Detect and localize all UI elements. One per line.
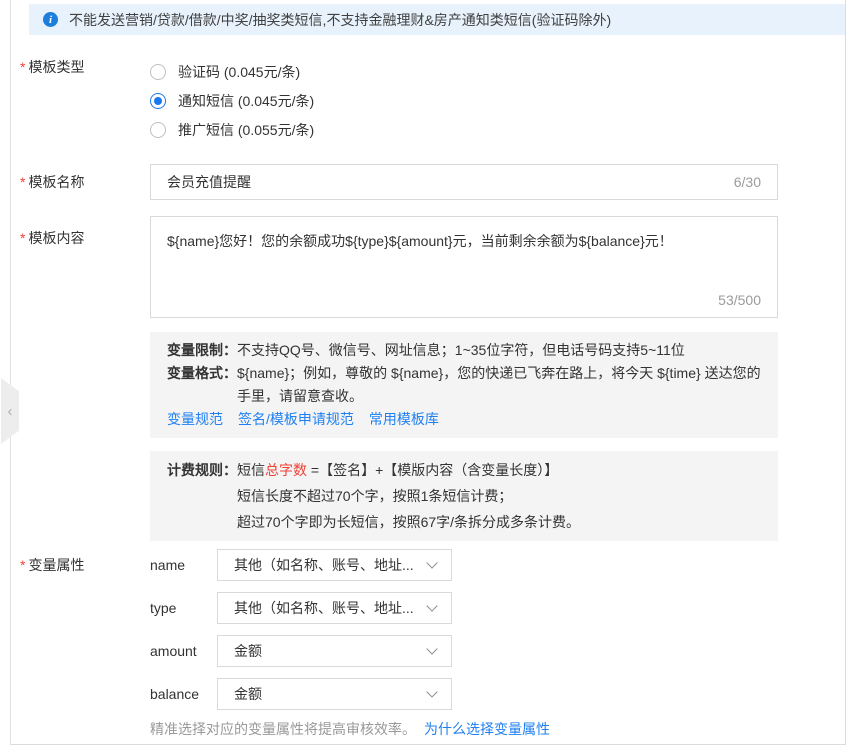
variable-balance-select[interactable]: 金额 [217,678,452,710]
template-type-radio-group: 验证码 (0.045元/条) 通知短信 (0.045元/条) 推广短信 (0.0… [150,57,314,144]
variable-limit-label: 变量限制： [167,339,237,362]
notice-banner-text: 不能发送营销/贷款/借款/中奖/抽奖类短信,不支持金融理财&房产通知类短信(验证… [69,10,611,30]
variable-name-select[interactable]: 其他（如名称、账号、地址... [217,549,452,581]
radio-option-notification[interactable]: 通知短信 (0.045元/条) [150,86,314,115]
variable-format-label: 变量格式： [167,362,237,408]
variable-tips-box: 变量限制： 不支持QQ号、微信号、网址信息；1~35位字符，但电话号码支持5~1… [150,332,778,438]
variable-format-line: 变量格式： ${name}；例如，尊敬的 ${name}，您的快递已飞奔在路上，… [167,362,761,408]
radio-option-label: 通知短信 (0.045元/条) [178,91,314,111]
template-type-label: 模板类型 [28,59,84,75]
template-content-counter: 53/500 [718,289,761,311]
billing-rules-label: 计费规则： [167,457,237,535]
variable-row-amount: amount 金额 [150,635,550,667]
info-icon: i [43,12,58,27]
template-content-textarea[interactable]: ${name}您好！您的余额成功${type}${amount}元，当前剩余余额… [150,216,778,318]
required-asterisk: * [20,174,25,190]
select-value: 其他（如名称、账号、地址... [234,598,414,618]
template-name-label: 模板名称 [28,174,84,190]
template-form: *模板类型 验证码 (0.045元/条) 通知短信 (0.045元/条) 推广短… [11,57,845,739]
variable-format-text: ${name}；例如，尊敬的 ${name}，您的快递已飞奔在路上，将今天 ${… [237,362,761,408]
variable-hint-text: 精准选择对应的变量属性将提高审核效率。 [150,719,416,739]
billing-rules-line: 计费规则： 短信总字数 =【签名】+【模版内容（含变量长度）】 短信长度不超过7… [167,457,761,535]
template-name-counter: 6/30 [734,174,761,190]
notice-banner: i 不能发送营销/贷款/借款/中奖/抽奖类短信,不支持金融理财&房产通知类短信(… [29,4,845,35]
variable-type-select[interactable]: 其他（如名称、账号、地址... [217,592,452,624]
radio-selected-icon [150,93,166,109]
chevron-down-icon [426,643,437,654]
required-asterisk: * [20,59,25,75]
required-asterisk: * [20,557,25,573]
template-content-label: 模板内容 [28,230,84,246]
radio-unselected-icon [150,122,166,138]
template-name-value: 会员充值提醒 [167,172,251,192]
select-value: 其他（如名称、账号、地址... [234,555,414,575]
field-template-name: *模板名称 会员充值提醒 6/30 [11,164,845,200]
radio-option-label: 推广短信 (0.055元/条) [178,120,314,140]
field-template-type: *模板类型 验证码 (0.045元/条) 通知短信 (0.045元/条) 推广短… [11,57,845,144]
select-value: 金额 [234,641,262,661]
radio-unselected-icon [150,64,166,80]
field-template-content: *模板内容 ${name}您好！您的余额成功${type}${amount}元，… [11,216,845,318]
variable-row-type: type 其他（如名称、账号、地址... [150,592,550,624]
variable-attributes-rows: name 其他（如名称、账号、地址... type 其他（如名称、账号、地址..… [150,549,550,739]
radio-option-promotion[interactable]: 推广短信 (0.055元/条) [150,115,314,144]
template-type-label-col: *模板类型 [11,57,150,144]
template-name-input[interactable]: 会员充值提醒 6/30 [150,164,778,200]
variable-name: amount [150,643,217,659]
chevron-left-icon: ‹ [8,403,13,420]
variable-row-balance: balance 金额 [150,678,550,710]
chevron-down-icon [426,600,437,611]
template-content-label-col: *模板内容 [11,216,150,318]
variable-name: type [150,600,217,616]
variable-amount-select[interactable]: 金额 [217,635,452,667]
field-variable-attributes: *变量属性 name 其他（如名称、账号、地址... type 其他（如名称 [11,549,845,739]
variable-limit-text: 不支持QQ号、微信号、网址信息；1~35位字符，但电话号码支持5~11位 [237,339,761,362]
variable-attributes-hint: 精准选择对应的变量属性将提高审核效率。 为什么选择变量属性 [150,719,550,739]
radio-option-label: 验证码 (0.045元/条) [178,62,300,82]
variable-row-name: name 其他（如名称、账号、地址... [150,549,550,581]
billing-total-chars-highlight: 总字数 [265,462,307,478]
required-asterisk: * [20,230,25,246]
variable-attributes-label-col: *变量属性 [11,549,150,739]
radio-option-captcha[interactable]: 验证码 (0.045元/条) [150,57,314,86]
chevron-down-icon [426,686,437,697]
select-value: 金额 [234,684,262,704]
template-content-value: ${name}您好！您的余额成功${type}${amount}元，当前剩余余额… [167,233,673,249]
billing-rules-text: 短信总字数 =【签名】+【模版内容（含变量长度）】 短信长度不超过70个字，按照… [237,457,761,535]
variable-name: balance [150,686,217,702]
chevron-down-icon [426,557,437,568]
variable-attributes-label: 变量属性 [28,557,84,573]
billing-rules-box: 计费规则： 短信总字数 =【签名】+【模版内容（含变量长度）】 短信长度不超过7… [150,451,778,541]
billing-line2: 短信长度不超过70个字，按照1条短信计费； [237,488,512,504]
billing-line1: 短信总字数 =【签名】+【模版内容（含变量长度）】 [237,462,558,478]
variable-limit-line: 变量限制： 不支持QQ号、微信号、网址信息；1~35位字符，但电话号码支持5~1… [167,339,761,362]
link-why-choose-variable-attributes[interactable]: 为什么选择变量属性 [424,719,550,739]
variable-tip-links: 变量规范 签名/模板申请规范 常用模板库 [167,408,761,431]
billing-line3: 超过70个字即为长短信，按照67字/条拆分成多条计费。 [237,514,580,530]
link-signature-template-spec[interactable]: 签名/模板申请规范 [238,408,354,431]
template-name-label-col: *模板名称 [11,172,150,192]
link-variable-spec[interactable]: 变量规范 [167,408,223,431]
variable-name: name [150,557,217,573]
link-common-template-library[interactable]: 常用模板库 [369,408,439,431]
sms-template-form-panel: ‹ i 不能发送营销/贷款/借款/中奖/抽奖类短信,不支持金融理财&房产通知类短… [10,0,846,745]
